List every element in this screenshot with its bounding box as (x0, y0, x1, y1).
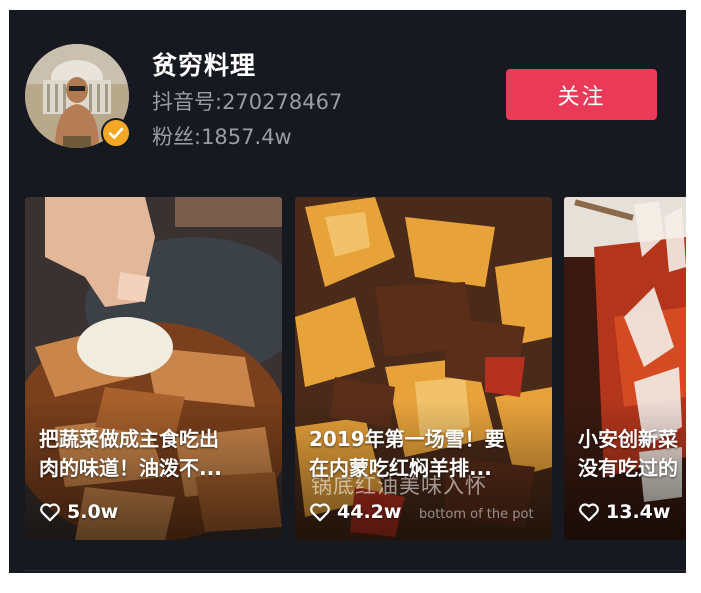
verified-badge (101, 118, 131, 148)
like-count-value: 5.0w (67, 501, 119, 523)
divider (25, 570, 686, 571)
check-icon (108, 127, 124, 139)
video-title-line1: 2019年第一场雪！要 (309, 427, 505, 451)
user-name: 贫穷料理 (152, 51, 257, 80)
video-title-line1: 小安创新菜 (578, 427, 678, 451)
video-title: 小安创新菜 没有吃过的 (578, 425, 686, 483)
user-fans-count: 粉丝:1857.4w (152, 125, 292, 149)
like-count-value: 13.4w (606, 501, 671, 523)
user-card-panel: 贫穷料理 抖音号:270278467 粉丝:1857.4w 关注 把蔬菜做成主食… (9, 10, 686, 573)
video-title-line2: 肉的味道！油泼不... (39, 456, 222, 480)
heart-icon (40, 503, 60, 522)
like-count-value: 44.2w (337, 501, 402, 523)
heart-icon (579, 503, 599, 522)
heart-icon (310, 503, 330, 522)
video-title-line1: 把蔬菜做成主食吃出 (39, 427, 219, 451)
video-title-line2: 没有吃过的 (578, 456, 678, 480)
video-card[interactable]: 锅底红油美味入怀 bottom of the pot 2019年第一场雪！要 在… (295, 197, 552, 540)
follow-button[interactable]: 关注 (506, 69, 657, 120)
video-title: 2019年第一场雪！要 在内蒙吃红焖羊排... (309, 425, 552, 483)
video-overlay-caption-en: bottom of the pot (419, 507, 534, 522)
video-card[interactable]: 把蔬菜做成主食吃出 肉的味道！油泼不... 5.0w (25, 197, 282, 540)
video-title-line2: 在内蒙吃红焖羊排... (309, 456, 492, 480)
video-title: 把蔬菜做成主食吃出 肉的味道！油泼不... (39, 425, 282, 483)
like-count: 13.4w (578, 501, 670, 523)
like-count: 5.0w (39, 501, 118, 523)
like-count: 44.2w (309, 501, 401, 523)
video-card[interactable]: 小安创新菜 没有吃过的 13.4w (564, 197, 686, 540)
user-douyin-id: 抖音号:270278467 (152, 90, 343, 114)
